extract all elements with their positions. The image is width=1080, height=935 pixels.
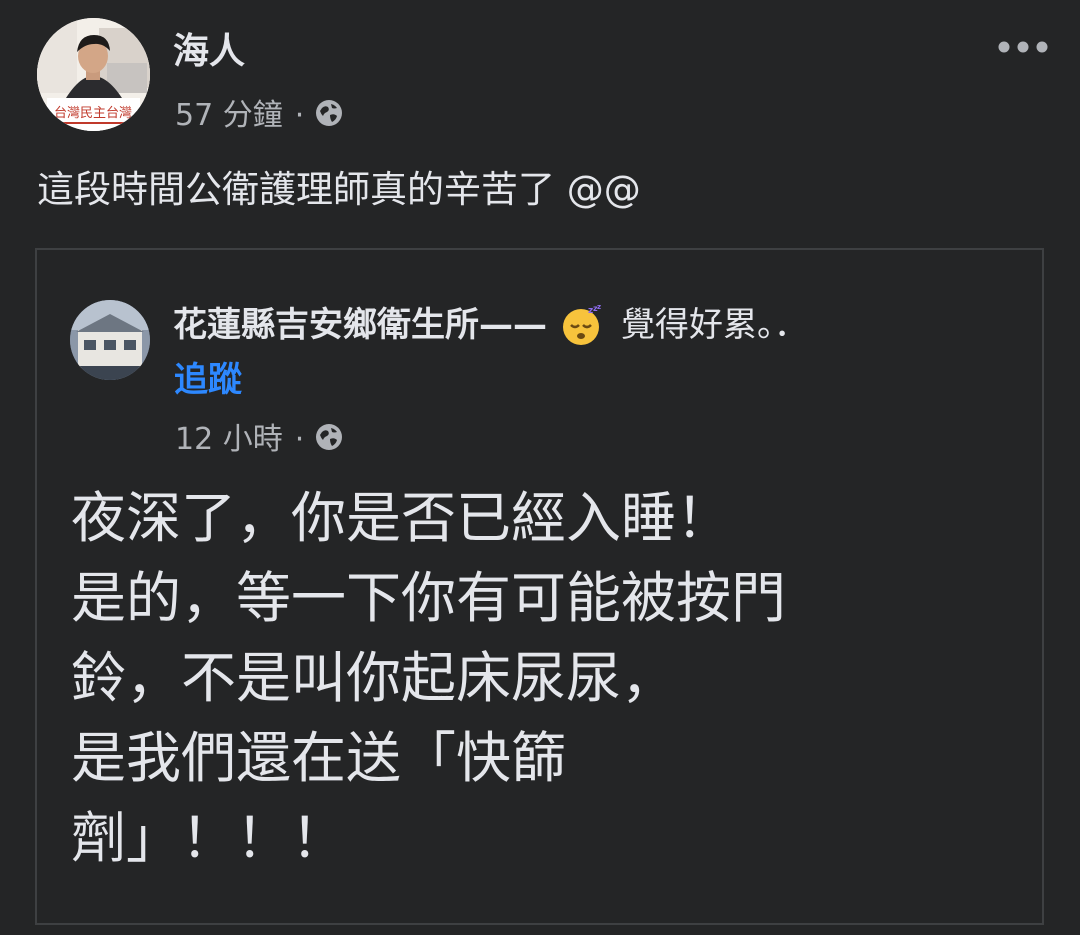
post-meta: 57 分鐘 · — [175, 98, 344, 134]
shared-text-line: 夜深了，你是否已經入睡！ — [71, 486, 732, 550]
shared-text-line: 劑」！！！ — [71, 806, 347, 870]
globe-icon — [314, 422, 344, 458]
avatar-sign-text: 台灣民主台灣 — [54, 106, 132, 121]
meta-separator: · — [294, 422, 305, 457]
shared-post-text: 夜深了，你是否已經入睡！ 是的，等一下你有可能被按門 鈴，不是叫你起床尿尿， 是… — [71, 478, 1011, 878]
feeling-text: 覺得好累。． — [621, 305, 808, 345]
shared-post[interactable]: 花蓮縣吉安鄉衛生所 —— z z z 覺得好累。． 追蹤 12 小時 · 夜深了… — [35, 248, 1044, 925]
post-text: 這段時間公衛護理師真的辛苦了 @@ — [37, 168, 641, 211]
shared-post-timestamp[interactable]: 12 小時 — [175, 425, 283, 455]
name-dash: —— — [479, 305, 547, 345]
follow-button[interactable]: 追蹤 — [174, 363, 242, 397]
shared-text-line: 是的，等一下你有可能被按門 — [71, 566, 787, 630]
author-name[interactable]: 海人 — [173, 34, 245, 70]
more-options-button[interactable] — [995, 30, 1051, 64]
page-avatar-photo — [70, 300, 150, 380]
page-name[interactable]: 花蓮縣吉安鄉衛生所 — [173, 308, 479, 342]
avatar-photo: 台灣民主台灣 — [37, 18, 150, 131]
shared-post-meta: 12 小時 · — [175, 422, 344, 458]
sleeping-face-icon: z z z — [561, 303, 605, 347]
svg-text:z: z — [597, 303, 601, 311]
shared-text-line: 鈴，不是叫你起床尿尿， — [71, 646, 677, 710]
more-horizontal-icon — [998, 41, 1048, 53]
page-avatar[interactable] — [70, 300, 150, 380]
shared-post-header: 花蓮縣吉安鄉衛生所 —— z z z 覺得好累。． — [173, 303, 808, 347]
globe-icon — [314, 98, 344, 134]
meta-separator: · — [294, 98, 305, 133]
author-avatar[interactable]: 台灣民主台灣 — [37, 18, 150, 131]
facebook-post: 台灣民主台灣 海人 57 分鐘 · 這段時間公衛護理師真的辛苦了 @@ 花蓮縣吉… — [0, 0, 1080, 935]
post-timestamp[interactable]: 57 分鐘 — [175, 101, 283, 131]
shared-text-line: 是我們還在送「快篩 — [71, 726, 567, 790]
